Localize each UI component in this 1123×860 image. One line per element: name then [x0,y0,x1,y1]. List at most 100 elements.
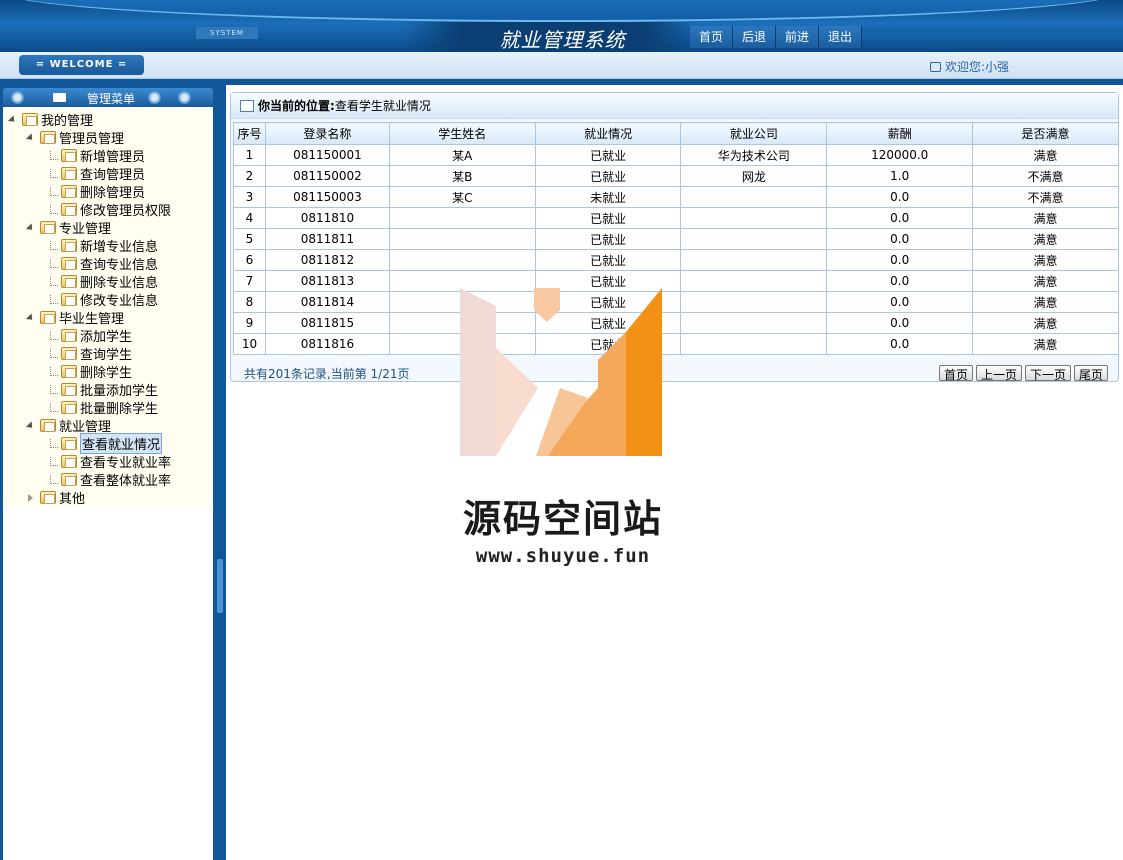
tree-node-label[interactable]: 查看整体就业率 [80,470,171,489]
table-cell: 某C [388,186,536,208]
table-cell: 10 [233,333,266,355]
tree-line-icon [50,294,58,304]
table-row: 2 081150002 某B 已就业 网龙 1.0 不满意 [233,165,1119,187]
table-cell: 8 [233,291,266,313]
tree-node[interactable]: 就业管理 [3,416,213,435]
tree-node[interactable]: 批量添加学生 [3,380,213,399]
col-header: 薪酬 [826,122,974,145]
table-header-row: 序号 登录名称 学生姓名 就业情况 就业公司 薪酬 是否满意 [233,122,1119,145]
tree-node[interactable]: 删除管理员 [3,182,213,201]
tree-node-label[interactable]: 管理员管理 [59,128,124,147]
nav-logout-link[interactable]: 退出 [819,26,862,48]
tree-node-label[interactable]: 修改管理员权限 [80,200,171,219]
table-cell [680,228,828,250]
table-cell: 0.0 [826,186,974,208]
tree-node-label[interactable]: 新增专业信息 [80,236,158,255]
tree-node[interactable]: 修改管理员权限 [3,200,213,219]
expand-toggle-icon[interactable] [26,133,37,142]
tree-node[interactable]: 新增专业信息 [3,236,213,255]
table-cell: 0.0 [826,270,974,292]
tree-node-label[interactable]: 新增管理员 [80,146,145,165]
tree-node-label[interactable]: 查询专业信息 [80,254,158,273]
tree-node-label[interactable]: 毕业生管理 [59,308,124,327]
expand-toggle-icon[interactable] [26,421,37,430]
tree-node[interactable]: 查询学生 [3,344,213,363]
table-cell: 0.0 [826,333,974,355]
tree-node-label[interactable]: 查看就业情况 [80,432,163,454]
table-cell: 081150002 [264,165,390,187]
tree-node[interactable]: 专业管理 [3,218,213,237]
tree-node[interactable]: 我的管理 [3,110,213,129]
table-cell: 某B [388,165,536,187]
sidebar-title: 管理菜单 [87,92,136,106]
nav-home-link[interactable]: 首页 [690,26,733,48]
folder-icon [61,148,77,162]
tree-node-label[interactable]: 批量添加学生 [80,380,158,399]
tree-node-label[interactable]: 添加学生 [80,326,132,345]
watermark-url: www.shuyue.fun [475,545,651,567]
tree-node-label[interactable]: 查看专业就业率 [80,452,171,471]
splitter-handle[interactable] [217,559,223,613]
expand-toggle-icon[interactable] [26,313,37,322]
table-cell: 6 [233,249,266,271]
expand-toggle-icon[interactable] [8,115,19,124]
user-greeting: 欢迎您:小强 [929,58,1009,75]
tree-node[interactable]: 查询专业信息 [3,254,213,273]
table-cell: 已就业 [534,249,682,271]
col-header: 就业公司 [680,122,828,145]
tree-line-icon [50,186,58,196]
tree-node-label[interactable]: 删除管理员 [80,182,145,201]
tree-node-label[interactable]: 批量删除学生 [80,398,158,417]
tree-node-label[interactable]: 修改专业信息 [80,290,158,309]
header-bar [860,26,1123,40]
tree-node[interactable]: 批量删除学生 [3,398,213,417]
tree-node-label[interactable]: 删除专业信息 [80,272,158,291]
tree-node[interactable]: 毕业生管理 [3,308,213,327]
table-cell: 满意 [972,228,1119,250]
tree-node[interactable]: 删除专业信息 [3,272,213,291]
sidebar-body: 我的管理 管理员管理 新增管理员 查询管理员 删除管理员 修改管理员权限 专业管理 新增专业信… [3,107,213,860]
tree-node[interactable]: 新增管理员 [3,146,213,165]
mail-icon [53,93,66,102]
tree-line-icon [50,330,58,340]
next-page-button[interactable]: 下一页 [1024,365,1071,382]
folder-icon [61,328,77,342]
tree-node[interactable]: 查看专业就业率 [3,452,213,471]
table-cell: 满意 [972,333,1119,355]
first-page-button[interactable]: 首页 [938,365,973,382]
table-cell: 已就业 [534,228,682,250]
tree-node[interactable]: 查看整体就业率 [3,470,213,489]
table-cell [680,270,828,292]
folder-icon [61,364,77,378]
panel-splitter[interactable] [216,79,226,860]
tree-node-label[interactable]: 查询管理员 [80,164,145,183]
tree-node-label[interactable]: 其他 [59,488,85,507]
prev-page-button[interactable]: 上一页 [975,365,1022,382]
expand-toggle-icon[interactable] [26,223,37,232]
tree-node[interactable]: 删除学生 [3,362,213,381]
knob-icon [11,91,24,104]
table-cell: 081150003 [264,186,390,208]
expand-toggle-icon[interactable] [26,493,37,502]
tree-node[interactable]: 查询管理员 [3,164,213,183]
record-summary: 共有201条记录,当前第 1/21页 [244,366,410,381]
tree-node-label[interactable]: 我的管理 [41,110,93,129]
system-tag: SYSTEM [196,27,258,39]
tree-line-icon [50,240,58,250]
table-cell: 满意 [972,312,1119,334]
last-page-button[interactable]: 尾页 [1073,365,1108,382]
tree-node[interactable]: 添加学生 [3,326,213,345]
table-cell: 0.0 [826,291,974,313]
tree-node[interactable]: 修改专业信息 [3,290,213,309]
table-cell: 0.0 [826,249,974,271]
tree-node-label[interactable]: 专业管理 [59,218,111,237]
table-cell: 已就业 [534,165,682,187]
tree-node[interactable]: 查看就业情况 [3,432,213,454]
tree-node[interactable]: 其他 [3,488,213,507]
tree-node-label[interactable]: 查询学生 [80,344,132,363]
tree-node-label[interactable]: 删除学生 [80,362,132,381]
tree-node[interactable]: 管理员管理 [3,128,213,147]
table-cell: 120000.0 [826,144,974,166]
nav-forward-link[interactable]: 前进 [776,26,819,48]
nav-back-link[interactable]: 后退 [733,26,776,48]
